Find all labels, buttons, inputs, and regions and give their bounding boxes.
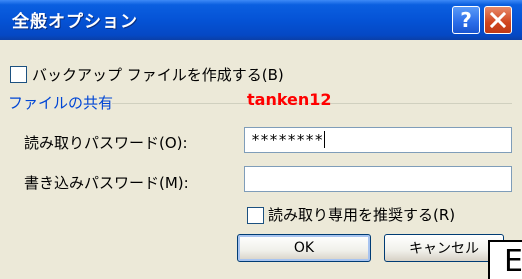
title-bar[interactable]: 全般オプション ? bbox=[0, 0, 522, 40]
readonly-recommended-checkbox[interactable] bbox=[247, 207, 264, 224]
backup-checkbox[interactable] bbox=[10, 66, 27, 83]
overlay-letter: E bbox=[504, 244, 522, 279]
read-password-value: ******** bbox=[251, 131, 324, 149]
read-password-input[interactable]: ******** bbox=[244, 127, 512, 153]
help-icon: ? bbox=[460, 8, 472, 32]
window-title: 全般オプション bbox=[12, 12, 138, 32]
close-icon bbox=[489, 11, 507, 29]
cancel-button[interactable]: キャンセル bbox=[384, 234, 504, 262]
readonly-recommended-label[interactable]: 読み取り専用を推奨する(R) bbox=[268, 204, 455, 225]
write-password-label: 書き込みパスワード(M): bbox=[24, 174, 189, 192]
help-button[interactable]: ? bbox=[452, 6, 480, 34]
text-caret bbox=[324, 131, 326, 148]
annotation-text: tanken12 bbox=[247, 90, 332, 109]
read-password-label: 読み取りパスワード(O): bbox=[24, 134, 188, 152]
close-button[interactable] bbox=[484, 6, 512, 34]
write-password-input[interactable] bbox=[244, 166, 512, 192]
dialog-body: バックアップ ファイルを作成する(B) ファイルの共有 tanken12 読み取… bbox=[0, 40, 522, 279]
overlay-letter-box: E bbox=[488, 240, 522, 279]
backup-checkbox-label[interactable]: バックアップ ファイルを作成する(B) bbox=[32, 64, 284, 85]
ok-button[interactable]: OK bbox=[237, 234, 371, 262]
file-sharing-group-title: ファイルの共有 bbox=[8, 94, 114, 112]
general-options-dialog: 全般オプション ? バックアップ ファイルを作成する(B) ファイルの共有 ta… bbox=[0, 0, 522, 279]
